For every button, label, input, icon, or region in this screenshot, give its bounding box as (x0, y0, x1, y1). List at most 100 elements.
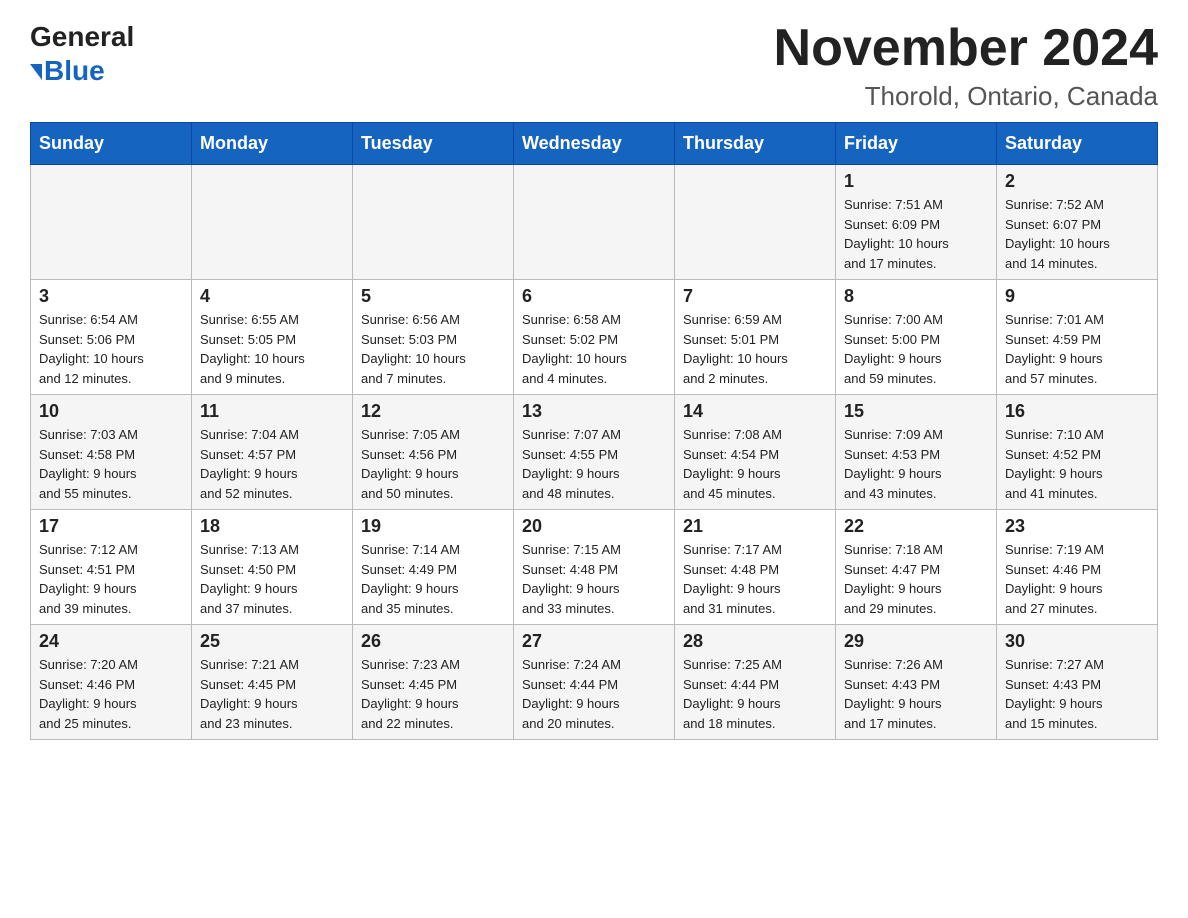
day-number: 28 (683, 631, 827, 652)
day-info: Sunrise: 7:25 AM Sunset: 4:44 PM Dayligh… (683, 655, 827, 733)
day-info: Sunrise: 7:12 AM Sunset: 4:51 PM Dayligh… (39, 540, 183, 618)
calendar-cell (514, 165, 675, 280)
day-number: 25 (200, 631, 344, 652)
day-info: Sunrise: 7:07 AM Sunset: 4:55 PM Dayligh… (522, 425, 666, 503)
day-number: 26 (361, 631, 505, 652)
calendar-cell: 9 Sunrise: 7:01 AM Sunset: 4:59 PM Daylig… (997, 280, 1158, 395)
calendar-cell: 2 Sunrise: 7:52 AM Sunset: 6:07 PM Daylig… (997, 165, 1158, 280)
calendar-cell: 15 Sunrise: 7:09 AM Sunset: 4:53 PM Dayli… (836, 395, 997, 510)
day-info: Sunrise: 6:59 AM Sunset: 5:01 PM Dayligh… (683, 310, 827, 388)
calendar-cell: 8 Sunrise: 7:00 AM Sunset: 5:00 PM Daylig… (836, 280, 997, 395)
day-info: Sunrise: 6:56 AM Sunset: 5:03 PM Dayligh… (361, 310, 505, 388)
day-number: 15 (844, 401, 988, 422)
calendar-cell (353, 165, 514, 280)
calendar-cell: 3 Sunrise: 6:54 AM Sunset: 5:06 PM Daylig… (31, 280, 192, 395)
day-info: Sunrise: 7:03 AM Sunset: 4:58 PM Dayligh… (39, 425, 183, 503)
day-info: Sunrise: 7:21 AM Sunset: 4:45 PM Dayligh… (200, 655, 344, 733)
day-number: 12 (361, 401, 505, 422)
logo-general: General (30, 20, 134, 54)
calendar-cell: 10 Sunrise: 7:03 AM Sunset: 4:58 PM Dayli… (31, 395, 192, 510)
day-number: 14 (683, 401, 827, 422)
day-info: Sunrise: 7:15 AM Sunset: 4:48 PM Dayligh… (522, 540, 666, 618)
day-info: Sunrise: 7:24 AM Sunset: 4:44 PM Dayligh… (522, 655, 666, 733)
calendar-cell: 26 Sunrise: 7:23 AM Sunset: 4:45 PM Dayli… (353, 625, 514, 740)
calendar-cell: 28 Sunrise: 7:25 AM Sunset: 4:44 PM Dayli… (675, 625, 836, 740)
day-number: 23 (1005, 516, 1149, 537)
calendar-cell: 25 Sunrise: 7:21 AM Sunset: 4:45 PM Dayli… (192, 625, 353, 740)
calendar-header-thursday: Thursday (675, 123, 836, 165)
day-info: Sunrise: 7:19 AM Sunset: 4:46 PM Dayligh… (1005, 540, 1149, 618)
day-number: 2 (1005, 171, 1149, 192)
calendar-cell: 29 Sunrise: 7:26 AM Sunset: 4:43 PM Dayli… (836, 625, 997, 740)
day-number: 7 (683, 286, 827, 307)
day-info: Sunrise: 7:17 AM Sunset: 4:48 PM Dayligh… (683, 540, 827, 618)
day-number: 4 (200, 286, 344, 307)
day-info: Sunrise: 7:26 AM Sunset: 4:43 PM Dayligh… (844, 655, 988, 733)
day-number: 10 (39, 401, 183, 422)
day-number: 21 (683, 516, 827, 537)
calendar-cell: 17 Sunrise: 7:12 AM Sunset: 4:51 PM Dayli… (31, 510, 192, 625)
day-number: 17 (39, 516, 183, 537)
calendar-cell: 6 Sunrise: 6:58 AM Sunset: 5:02 PM Daylig… (514, 280, 675, 395)
day-info: Sunrise: 7:04 AM Sunset: 4:57 PM Dayligh… (200, 425, 344, 503)
day-info: Sunrise: 6:55 AM Sunset: 5:05 PM Dayligh… (200, 310, 344, 388)
calendar-header-row: SundayMondayTuesdayWednesdayThursdayFrid… (31, 123, 1158, 165)
location-title: Thorold, Ontario, Canada (774, 81, 1158, 112)
day-info: Sunrise: 6:58 AM Sunset: 5:02 PM Dayligh… (522, 310, 666, 388)
day-info: Sunrise: 7:52 AM Sunset: 6:07 PM Dayligh… (1005, 195, 1149, 273)
day-info: Sunrise: 7:23 AM Sunset: 4:45 PM Dayligh… (361, 655, 505, 733)
calendar-cell: 13 Sunrise: 7:07 AM Sunset: 4:55 PM Dayli… (514, 395, 675, 510)
day-info: Sunrise: 7:08 AM Sunset: 4:54 PM Dayligh… (683, 425, 827, 503)
calendar-cell: 12 Sunrise: 7:05 AM Sunset: 4:56 PM Dayli… (353, 395, 514, 510)
day-info: Sunrise: 7:10 AM Sunset: 4:52 PM Dayligh… (1005, 425, 1149, 503)
calendar-cell: 30Sunrise: 7:27 AM Sunset: 4:43 PM Dayli… (997, 625, 1158, 740)
title-block: November 2024 Thorold, Ontario, Canada (774, 20, 1158, 112)
calendar-cell: 22 Sunrise: 7:18 AM Sunset: 4:47 PM Dayli… (836, 510, 997, 625)
calendar-week-row: 17 Sunrise: 7:12 AM Sunset: 4:51 PM Dayli… (31, 510, 1158, 625)
day-info: Sunrise: 7:00 AM Sunset: 5:00 PM Dayligh… (844, 310, 988, 388)
day-number: 13 (522, 401, 666, 422)
page-header: General Blue November 2024 Thorold, Onta… (30, 20, 1158, 112)
day-number: 18 (200, 516, 344, 537)
day-number: 6 (522, 286, 666, 307)
calendar-cell: 4 Sunrise: 6:55 AM Sunset: 5:05 PM Daylig… (192, 280, 353, 395)
day-number: 16 (1005, 401, 1149, 422)
day-info: Sunrise: 7:01 AM Sunset: 4:59 PM Dayligh… (1005, 310, 1149, 388)
day-info: Sunrise: 7:05 AM Sunset: 4:56 PM Dayligh… (361, 425, 505, 503)
calendar-week-row: 10 Sunrise: 7:03 AM Sunset: 4:58 PM Dayli… (31, 395, 1158, 510)
logo-blue: Blue (30, 54, 134, 88)
calendar-cell: 27Sunrise: 7:24 AM Sunset: 4:44 PM Dayli… (514, 625, 675, 740)
day-number: 24 (39, 631, 183, 652)
calendar-cell (192, 165, 353, 280)
calendar-cell: 19Sunrise: 7:14 AM Sunset: 4:49 PM Dayli… (353, 510, 514, 625)
calendar-cell: 21 Sunrise: 7:17 AM Sunset: 4:48 PM Dayli… (675, 510, 836, 625)
calendar-week-row: 24 Sunrise: 7:20 AM Sunset: 4:46 PM Dayli… (31, 625, 1158, 740)
logo: General Blue (30, 20, 134, 87)
day-number: 30 (1005, 631, 1149, 652)
calendar-cell: 7 Sunrise: 6:59 AM Sunset: 5:01 PM Daylig… (675, 280, 836, 395)
calendar-cell: 20Sunrise: 7:15 AM Sunset: 4:48 PM Dayli… (514, 510, 675, 625)
calendar-week-row: 3 Sunrise: 6:54 AM Sunset: 5:06 PM Daylig… (31, 280, 1158, 395)
calendar-header-sunday: Sunday (31, 123, 192, 165)
calendar-cell: 11Sunrise: 7:04 AM Sunset: 4:57 PM Dayli… (192, 395, 353, 510)
month-title: November 2024 (774, 20, 1158, 77)
calendar-header-tuesday: Tuesday (353, 123, 514, 165)
day-info: Sunrise: 6:54 AM Sunset: 5:06 PM Dayligh… (39, 310, 183, 388)
calendar-cell: 18Sunrise: 7:13 AM Sunset: 4:50 PM Dayli… (192, 510, 353, 625)
day-number: 22 (844, 516, 988, 537)
calendar-header-friday: Friday (836, 123, 997, 165)
day-info: Sunrise: 7:18 AM Sunset: 4:47 PM Dayligh… (844, 540, 988, 618)
day-info: Sunrise: 7:20 AM Sunset: 4:46 PM Dayligh… (39, 655, 183, 733)
day-number: 3 (39, 286, 183, 307)
calendar-header-saturday: Saturday (997, 123, 1158, 165)
day-number: 9 (1005, 286, 1149, 307)
day-number: 8 (844, 286, 988, 307)
calendar-header-monday: Monday (192, 123, 353, 165)
day-info: Sunrise: 7:51 AM Sunset: 6:09 PM Dayligh… (844, 195, 988, 273)
day-info: Sunrise: 7:09 AM Sunset: 4:53 PM Dayligh… (844, 425, 988, 503)
calendar-cell (31, 165, 192, 280)
calendar-header-wednesday: Wednesday (514, 123, 675, 165)
day-number: 29 (844, 631, 988, 652)
calendar-week-row: 1Sunrise: 7:51 AM Sunset: 6:09 PM Daylig… (31, 165, 1158, 280)
day-number: 19 (361, 516, 505, 537)
